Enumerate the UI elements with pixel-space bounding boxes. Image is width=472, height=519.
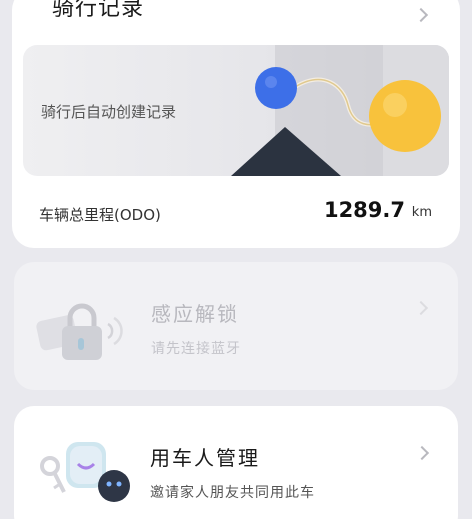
blue-ball-shape (255, 67, 297, 109)
yellow-ball-shape (369, 80, 441, 152)
sensor-unlock-card[interactable]: 感应解锁 请先连接蓝牙 (14, 262, 458, 390)
odometer-value: 1289.7 (323, 198, 405, 222)
lock-icon (36, 300, 136, 370)
vehicle-users-subtitle: 邀请家人朋友共同用此车 (150, 485, 315, 501)
odometer-unit: km (411, 205, 432, 220)
sensor-unlock-subtitle: 请先连接蓝牙 (151, 341, 241, 357)
ride-record-title: 骑行记录 (52, 0, 145, 21)
vehicle-users-card[interactable]: 用车人管理 邀请家人朋友共同用此车 (14, 406, 458, 519)
robot-icon (98, 470, 130, 502)
vehicle-users-title: 用车人管理 (150, 446, 260, 470)
odometer-label: 车辆总里程(ODO) (39, 206, 161, 224)
odometer-row: 车辆总里程(ODO) 1289.7 km (23, 178, 449, 244)
key-icon (28, 430, 138, 519)
sensor-unlock-title: 感应解锁 (151, 302, 239, 326)
banner-text: 骑行后自动创建记录 (41, 103, 177, 121)
ride-record-banner[interactable]: 骑行后自动创建记录 (23, 45, 449, 176)
